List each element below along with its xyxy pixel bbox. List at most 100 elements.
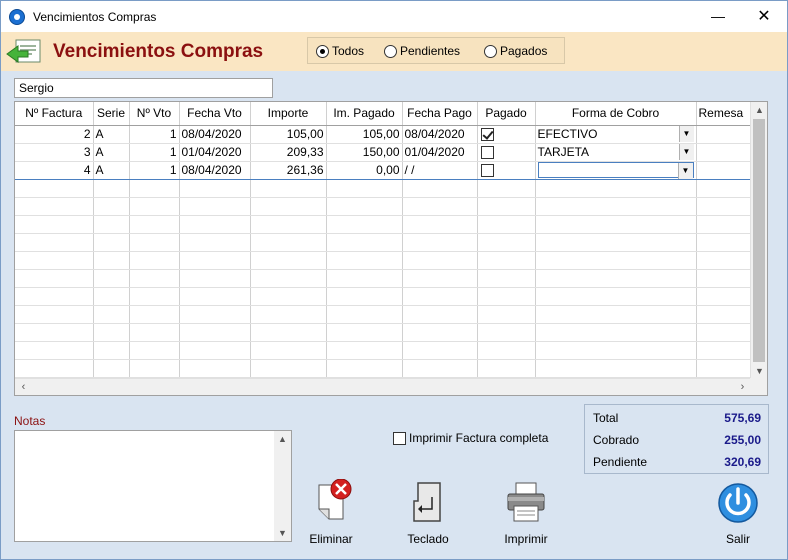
- cell-fecha-vto[interactable]: 08/04/2020: [179, 125, 251, 144]
- empty-cell[interactable]: [179, 269, 251, 288]
- empty-cell[interactable]: [535, 179, 697, 198]
- empty-cell[interactable]: [326, 197, 403, 216]
- empty-cell[interactable]: [535, 233, 697, 252]
- empty-cell[interactable]: [402, 179, 478, 198]
- table-row-empty[interactable]: [15, 359, 752, 378]
- column-header[interactable]: Remesa: [696, 102, 752, 126]
- empty-cell[interactable]: [15, 179, 94, 198]
- table-row-empty[interactable]: [15, 179, 752, 198]
- empty-cell[interactable]: [477, 251, 536, 270]
- empty-cell[interactable]: [93, 269, 130, 288]
- empty-cell[interactable]: [129, 179, 180, 198]
- empty-cell[interactable]: [15, 251, 94, 270]
- empty-cell[interactable]: [326, 215, 403, 234]
- grid-vertical-scrollbar[interactable]: ▲ ▼: [750, 102, 767, 379]
- empty-cell[interactable]: [93, 215, 130, 234]
- empty-cell[interactable]: [696, 359, 752, 378]
- cell-forma-cobro[interactable]: TARJETA ▼: [535, 143, 697, 162]
- empty-cell[interactable]: [696, 269, 752, 288]
- supplier-name-field[interactable]: Sergio: [14, 78, 273, 98]
- cell-pagado[interactable]: [477, 160, 536, 180]
- cell-forma-cobro[interactable]: EFECTIVO ▼: [535, 125, 697, 144]
- empty-cell[interactable]: [402, 233, 478, 252]
- table-row-empty[interactable]: [15, 215, 752, 234]
- table-row-empty[interactable]: [15, 269, 752, 288]
- empty-cell[interactable]: [477, 197, 536, 216]
- table-row-empty[interactable]: [15, 341, 752, 360]
- empty-cell[interactable]: [129, 341, 180, 360]
- table-row[interactable]: 3 A 1 01/04/2020 209,33 150,00 01/04/202…: [15, 143, 752, 162]
- column-header[interactable]: Nº Factura: [15, 102, 94, 126]
- cell-vto[interactable]: 1: [129, 125, 180, 144]
- empty-cell[interactable]: [402, 251, 478, 270]
- empty-cell[interactable]: [477, 341, 536, 360]
- table-row-empty[interactable]: [15, 233, 752, 252]
- chevron-down-icon[interactable]: ▼: [678, 126, 694, 142]
- empty-cell[interactable]: [326, 323, 403, 342]
- filter-pagados[interactable]: Pagados: [484, 44, 547, 58]
- empty-cell[interactable]: [179, 359, 251, 378]
- minimize-button[interactable]: —: [695, 1, 741, 32]
- chevron-down-icon[interactable]: ▼: [678, 144, 694, 160]
- empty-cell[interactable]: [696, 233, 752, 252]
- empty-cell[interactable]: [535, 269, 697, 288]
- empty-cell[interactable]: [179, 305, 251, 324]
- cell-fecha-vto[interactable]: 01/04/2020: [179, 143, 251, 162]
- grid-horizontal-scrollbar[interactable]: ‹ ›: [15, 378, 751, 395]
- empty-cell[interactable]: [326, 179, 403, 198]
- empty-cell[interactable]: [477, 323, 536, 342]
- empty-cell[interactable]: [179, 233, 251, 252]
- payment-method-select[interactable]: EFECTIVO ▼: [538, 126, 694, 142]
- empty-cell[interactable]: [326, 341, 403, 360]
- table-row-empty[interactable]: [15, 287, 752, 306]
- cell-serie[interactable]: A: [93, 125, 130, 144]
- empty-cell[interactable]: [129, 233, 180, 252]
- cell-importe[interactable]: 261,36: [250, 160, 327, 180]
- filter-todos[interactable]: Todos: [316, 44, 364, 58]
- empty-cell[interactable]: [402, 215, 478, 234]
- empty-cell[interactable]: [535, 215, 697, 234]
- empty-cell[interactable]: [250, 359, 327, 378]
- cell-im-pagado[interactable]: 0,00: [326, 160, 403, 180]
- cell-factura[interactable]: 2: [15, 125, 94, 144]
- empty-cell[interactable]: [696, 197, 752, 216]
- empty-cell[interactable]: [696, 179, 752, 198]
- empty-cell[interactable]: [326, 305, 403, 324]
- empty-cell[interactable]: [129, 251, 180, 270]
- empty-cell[interactable]: [179, 197, 251, 216]
- empty-cell[interactable]: [129, 197, 180, 216]
- paid-checkbox[interactable]: [480, 128, 494, 142]
- column-header[interactable]: Fecha Pago: [402, 102, 478, 126]
- empty-cell[interactable]: [477, 305, 536, 324]
- cell-im-pagado[interactable]: 150,00: [326, 143, 403, 162]
- empty-cell[interactable]: [696, 341, 752, 360]
- eliminar-button[interactable]: Eliminar: [301, 478, 361, 546]
- empty-cell[interactable]: [15, 215, 94, 234]
- empty-cell[interactable]: [696, 215, 752, 234]
- empty-cell[interactable]: [93, 341, 130, 360]
- empty-cell[interactable]: [93, 287, 130, 306]
- column-header[interactable]: Pagado: [477, 102, 536, 126]
- empty-cell[interactable]: [250, 233, 327, 252]
- cell-vto[interactable]: 1: [129, 160, 180, 180]
- cell-fecha-pago[interactable]: 08/04/2020: [402, 125, 478, 144]
- cell-factura[interactable]: 3: [15, 143, 94, 162]
- column-header[interactable]: Forma de Cobro: [535, 102, 697, 126]
- empty-cell[interactable]: [535, 305, 697, 324]
- empty-cell[interactable]: [129, 269, 180, 288]
- teclado-button[interactable]: Teclado: [398, 479, 458, 546]
- cell-factura[interactable]: 4: [15, 160, 94, 180]
- empty-cell[interactable]: [477, 179, 536, 198]
- cell-im-pagado[interactable]: 105,00: [326, 125, 403, 144]
- empty-cell[interactable]: [129, 305, 180, 324]
- chevron-down-icon[interactable]: ▼: [677, 163, 693, 178]
- empty-cell[interactable]: [402, 359, 478, 378]
- empty-cell[interactable]: [15, 323, 94, 342]
- filter-pendientes[interactable]: Pendientes: [384, 44, 460, 58]
- empty-cell[interactable]: [179, 215, 251, 234]
- table-row[interactable]: 2 A 1 08/04/2020 105,00 105,00 08/04/202…: [15, 125, 752, 144]
- column-header[interactable]: Fecha Vto: [179, 102, 251, 126]
- cell-fecha-pago[interactable]: 01/04/2020: [402, 143, 478, 162]
- empty-cell[interactable]: [179, 251, 251, 270]
- empty-cell[interactable]: [93, 359, 130, 378]
